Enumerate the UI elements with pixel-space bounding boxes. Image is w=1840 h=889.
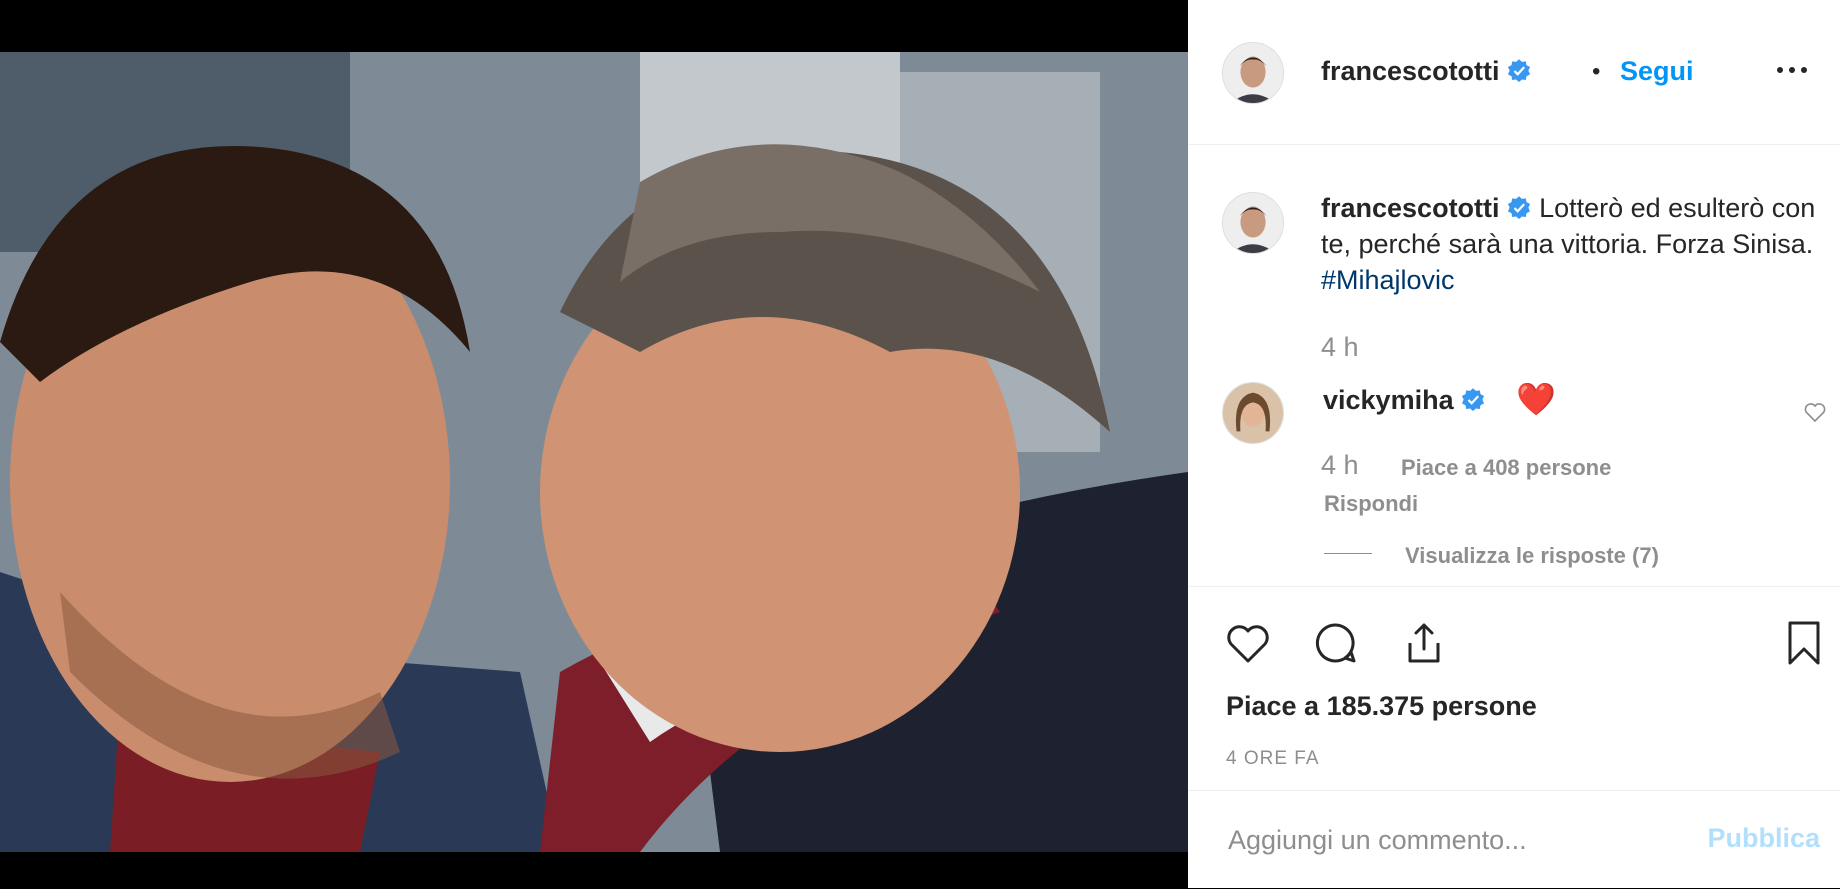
caption-username[interactable]: francescototti <box>1321 193 1532 223</box>
comment-text: ❤️ <box>1516 381 1556 417</box>
comment-username[interactable]: vickymiha <box>1323 385 1486 416</box>
post-timestamp: 4 ORE FA <box>1226 748 1320 769</box>
post-details-panel: francescototti • Segui francescototti Lo… <box>1188 0 1840 888</box>
caption-author-avatar[interactable] <box>1222 192 1284 254</box>
verified-badge-icon <box>1507 59 1530 83</box>
comment-age: 4 h <box>1321 450 1359 480</box>
view-replies-button[interactable]: Visualizza le risposte (7) <box>1405 543 1659 569</box>
post-likes-count[interactable]: Piace a 185.375 persone <box>1226 691 1537 722</box>
save-bookmark-icon[interactable] <box>1780 619 1828 667</box>
post-caption: francescototti Lotterò ed esulterò con t… <box>1321 190 1821 298</box>
post-media-pane <box>0 0 1188 888</box>
share-icon[interactable] <box>1400 619 1448 667</box>
post-header: francescototti • Segui <box>1188 0 1840 145</box>
author-username-text[interactable]: francescototti <box>1321 56 1500 86</box>
verified-badge-icon <box>1507 196 1530 220</box>
publish-comment-button[interactable]: Pubblica <box>1707 823 1820 854</box>
more-options-icon[interactable] <box>1772 58 1812 82</box>
comment-username-text[interactable]: vickymiha <box>1323 385 1454 415</box>
caption-username-text[interactable]: francescototti <box>1321 193 1500 223</box>
post-actions: Piace a 185.375 persone 4 ORE FA <box>1188 586 1840 787</box>
header-separator: • <box>1592 58 1601 85</box>
author-avatar[interactable] <box>1222 42 1284 104</box>
replies-divider <box>1324 553 1372 554</box>
post-photo[interactable] <box>0 52 1188 852</box>
caption-hashtag[interactable]: #Mihajlovic <box>1321 265 1455 295</box>
follow-button[interactable]: Segui <box>1620 56 1694 87</box>
author-username[interactable]: francescototti <box>1321 56 1532 87</box>
add-comment-bar: Pubblica <box>1188 790 1840 889</box>
comment-likes[interactable]: Piace a 408 persone <box>1401 455 1611 481</box>
comment-like-heart-icon[interactable] <box>1803 400 1827 424</box>
commenter-avatar[interactable] <box>1222 382 1284 444</box>
caption-age: 4 h <box>1321 332 1359 362</box>
verified-badge-icon <box>1461 388 1484 412</box>
comment-bubble-icon[interactable] <box>1312 619 1360 667</box>
reply-button[interactable]: Rispondi <box>1324 491 1418 517</box>
comment-input[interactable] <box>1226 809 1670 871</box>
like-heart-icon[interactable] <box>1224 619 1272 667</box>
